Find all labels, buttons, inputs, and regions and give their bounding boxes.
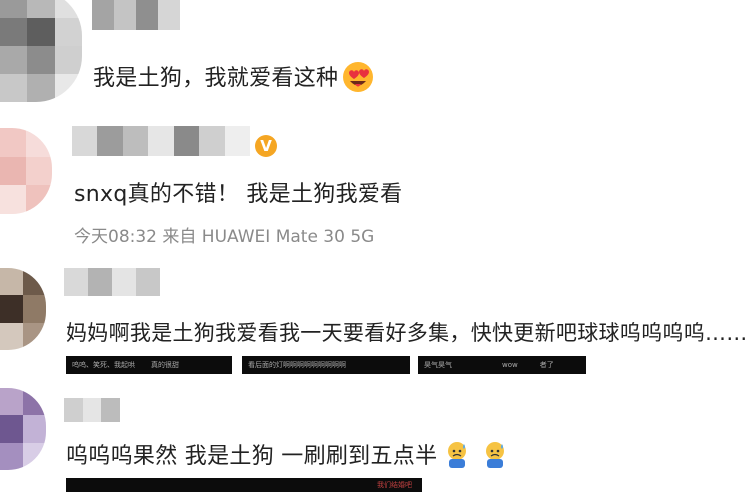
image-caption: 呜呜、笑死、我起哄 — [72, 361, 135, 369]
verified-badge-icon: V — [255, 135, 277, 157]
username-comment-1[interactable] — [92, 0, 180, 30]
avatar-comment-1[interactable] — [0, 0, 82, 102]
sad-sweat-emoji-icon — [486, 442, 505, 468]
comment-text-1: 我是土狗，我就爱看这种 — [93, 60, 374, 93]
comment-image-3[interactable]: 昊气昊气 wow 者了 — [418, 356, 586, 374]
image-caption: 者了 — [539, 361, 554, 369]
avatar-comment-4[interactable] — [0, 388, 46, 470]
image-caption: 看后面的灯啊啊啊啊啊啊啊啊啊 — [248, 361, 346, 369]
username-comment-2[interactable] — [72, 126, 250, 156]
image-caption: 昊气昊气 — [424, 361, 452, 369]
comment-image-2[interactable]: 看后面的灯啊啊啊啊啊啊啊啊啊 — [242, 356, 410, 374]
heart-eyes-emoji-icon — [343, 62, 374, 92]
avatar-comment-3[interactable] — [0, 268, 46, 350]
avatar-comment-2[interactable] — [0, 128, 52, 214]
comment-text-4: 呜呜呜果然 我是土狗 一刷刷到五点半 — [66, 438, 509, 470]
username-comment-3[interactable] — [64, 268, 160, 296]
comment-image-4[interactable]: 我们结婚吧 — [66, 478, 422, 492]
comment-text-2: snxq真的不错！ 我是土狗我爱看 — [74, 182, 403, 207]
username-comment-4[interactable] — [64, 398, 121, 422]
image-caption: 真的很甜 — [151, 361, 179, 369]
image-caption: 我们结婚吧 — [377, 481, 412, 489]
comment-text-3: 妈妈啊我是土狗我爱看我一天要看好多集，快快更新吧球球呜呜呜呜…… — [66, 321, 748, 345]
sad-sweat-emoji-icon — [448, 442, 467, 468]
comment-image-1[interactable]: 呜呜、笑死、我起哄 真的很甜 — [66, 356, 232, 374]
comment-meta-2: 今天08:32 来自 HUAWEI Mate 30 5G — [74, 227, 375, 247]
image-caption: wow — [502, 361, 518, 369]
